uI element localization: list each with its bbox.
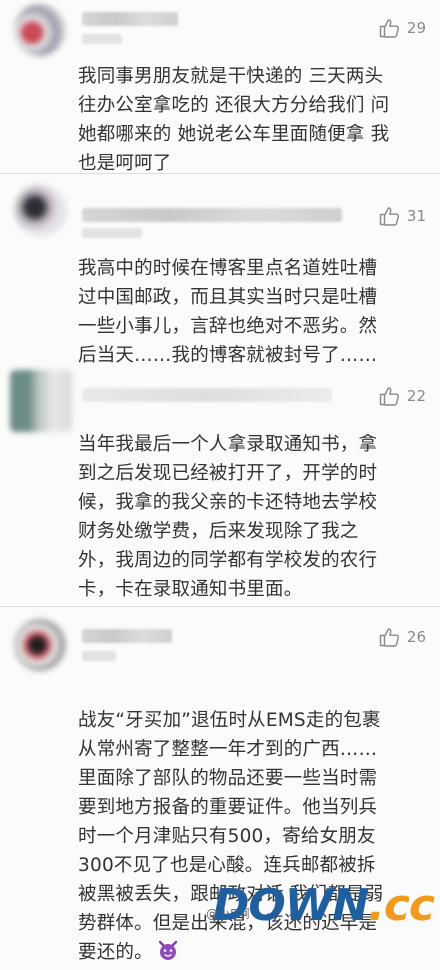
timestamp [82,34,122,44]
logo-suffix: .cc [368,880,435,931]
avatar[interactable] [14,4,66,56]
timestamp [82,228,142,238]
username[interactable] [82,12,178,26]
logo-main: DOWN [212,880,369,931]
comment-text: 我高中的时候在博客里点名道姓吐槽 过中国邮政，而且其实当时只是吐槽 一些小事儿，… [78,258,378,366]
thumbs-up-icon [379,627,401,647]
comment-card: 22 当年我最后一个人拿录取通知书，拿 到之后发现已经被打开了，开学的时 候，我… [0,364,440,604]
username[interactable] [82,388,332,402]
comment-card: 31 我高中的时候在博客里点名道姓吐槽 过中国邮政，而且其实当时只是吐槽 一些小… [0,174,440,366]
like-count: 26 [406,628,426,646]
site-logo: DOWN.cc [212,880,435,931]
username[interactable] [82,208,342,222]
avatar[interactable] [10,370,72,432]
comment-text: 当年我最后一个人拿录取通知书，拿 到之后发现已经被打开了，开学的时 候，我拿的我… [78,434,378,600]
avatar[interactable] [14,619,66,671]
like-button[interactable]: 26 [379,625,426,649]
devil-face-emoji-icon [157,939,179,970]
like-button[interactable]: 22 [379,384,426,408]
thumbs-up-icon [379,386,401,406]
thumbs-up-icon [379,18,401,38]
like-count: 29 [406,19,426,37]
like-button[interactable]: 31 [379,204,426,228]
comment-card: 29 我同事男朋友就是干快递的 三天两头 往办公室拿吃的 还很大方分给我们 问 … [0,0,440,174]
like-button[interactable]: 29 [379,16,426,40]
avatar[interactable] [14,184,66,236]
like-count: 31 [406,207,426,225]
username[interactable] [82,629,172,643]
like-count: 22 [406,387,426,405]
thumbs-up-icon [379,206,401,226]
comment-text: 我同事男朋友就是干快递的 三天两头 往办公室拿吃的 还很大方分给我们 问 她都哪… [78,66,390,174]
timestamp [82,651,116,661]
